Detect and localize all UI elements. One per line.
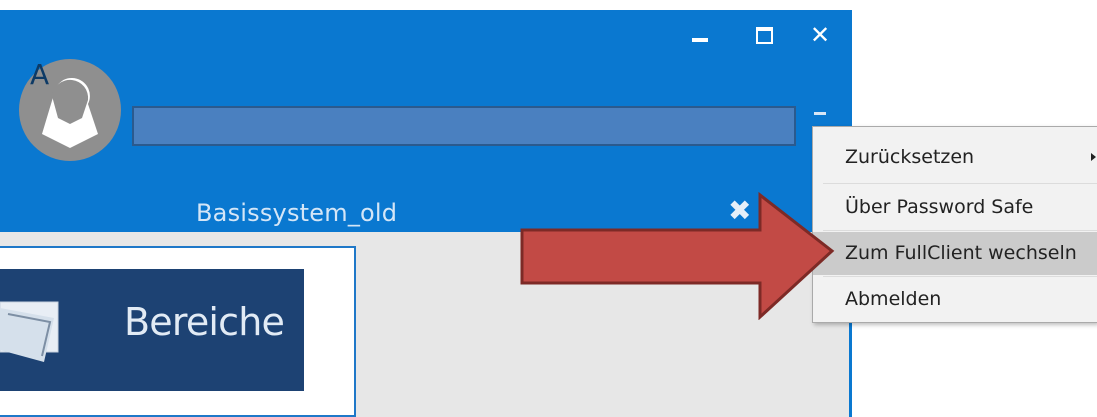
submenu-arrow-icon (1091, 153, 1096, 161)
maximize-icon (755, 26, 773, 44)
menu-item-logout[interactable]: Abmelden (813, 278, 1097, 321)
menu-item-reset[interactable]: Zurücksetzen (813, 136, 1097, 179)
menu-separator (823, 230, 1097, 231)
areas-tile-label: Bereiche (124, 300, 285, 344)
menu-item-label: Über Password Safe (845, 196, 1034, 218)
menu-separator (823, 276, 1097, 277)
menu-item-label: Zum FullClient wechseln (845, 242, 1077, 264)
pointer-arrow-icon (520, 191, 835, 320)
menu-item-about[interactable]: Über Password Safe (813, 186, 1097, 229)
close-icon: ✕ (809, 21, 831, 49)
close-window-button[interactable]: ✕ (806, 22, 834, 48)
menu-item-label: Zurücksetzen (845, 146, 975, 168)
tab-title: Basissystem_old (196, 199, 398, 227)
search-input[interactable] (132, 106, 796, 146)
maximize-button[interactable] (750, 22, 778, 48)
minimize-icon (692, 38, 708, 42)
areas-icon (0, 301, 59, 362)
menu-item-label: Abmelden (845, 288, 942, 310)
minimize-button[interactable] (686, 22, 714, 48)
context-menu: Zurücksetzen Über Password Safe Zum Full… (812, 126, 1097, 323)
menu-separator (823, 183, 1097, 184)
menu-item-switch-fullclient[interactable]: Zum FullClient wechseln (813, 232, 1097, 275)
menu-more-icon[interactable] (814, 112, 826, 115)
avatar-letter: A (30, 58, 50, 91)
